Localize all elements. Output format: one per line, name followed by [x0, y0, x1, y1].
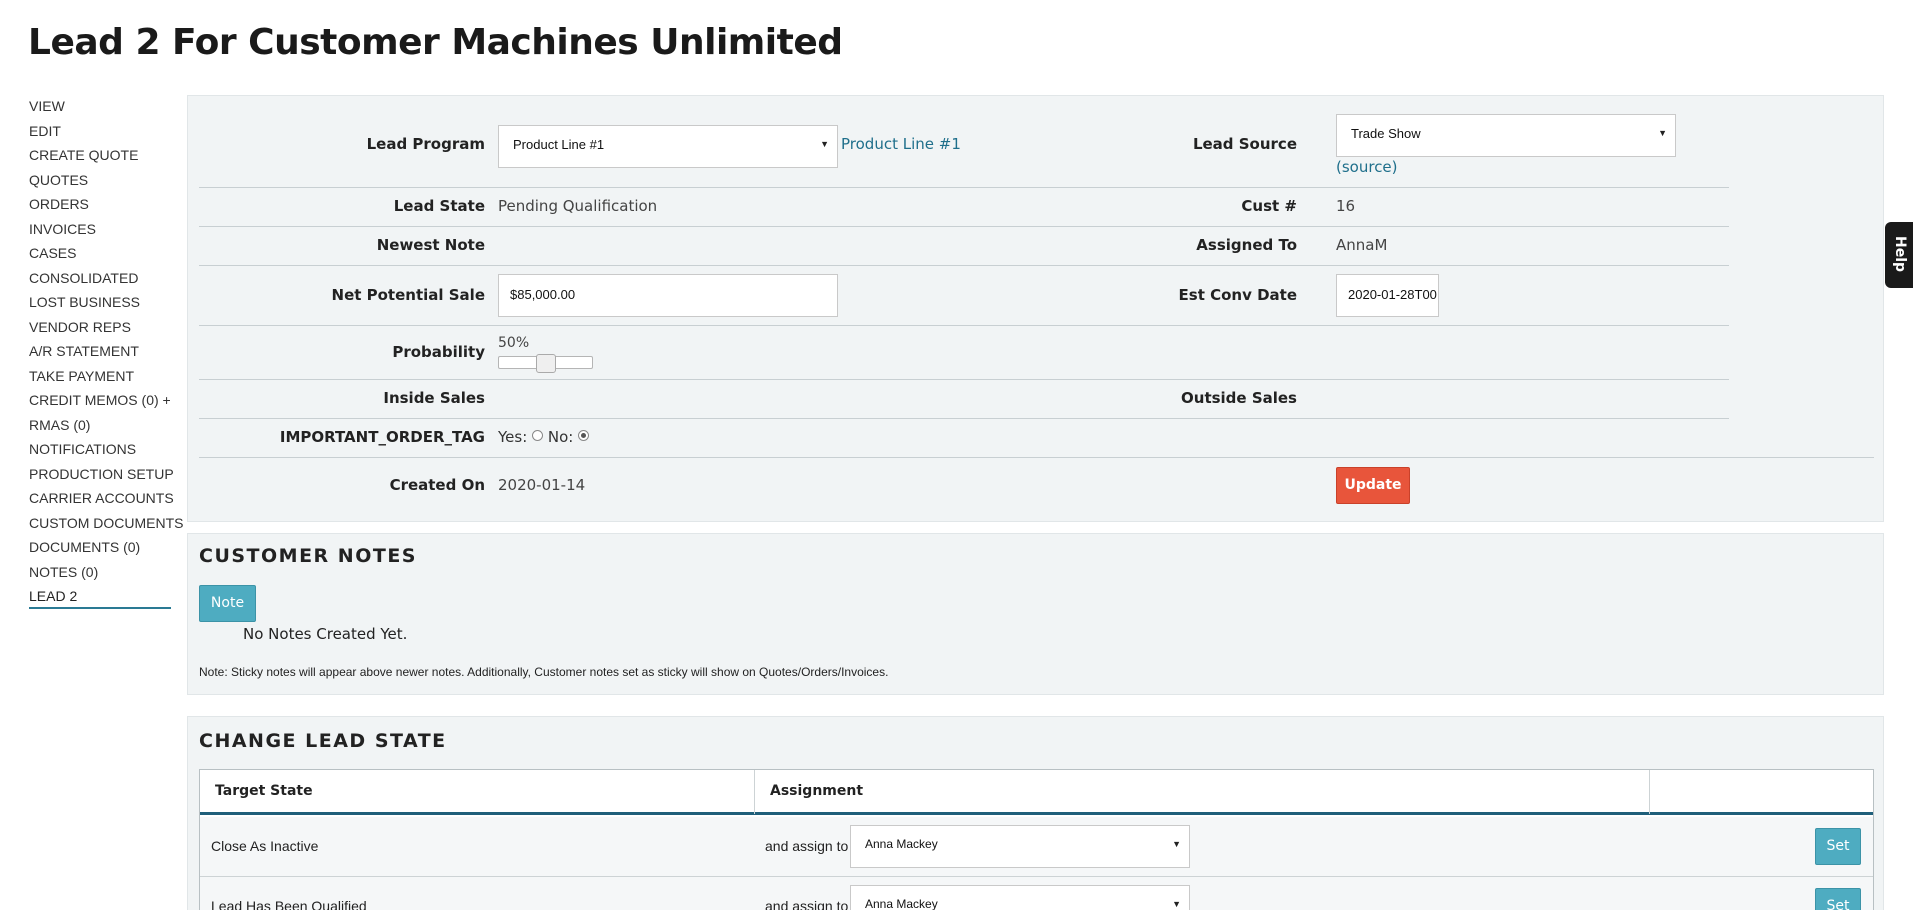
lead-program-link[interactable]: Product Line #1 — [841, 135, 961, 153]
important-tag-label: IMPORTANT_ORDER_TAG — [279, 428, 485, 446]
sidebar-item-lead-2[interactable]: LEAD 2 — [29, 584, 171, 609]
assignee-value: Anna Mackey — [865, 837, 938, 851]
est-conv-date-label: Est Conv Date — [1178, 286, 1297, 304]
sidebar-item-credit-memos[interactable]: CREDIT MEMOS (0) + — [29, 388, 171, 413]
sidebar-item-invoices[interactable]: INVOICES — [29, 217, 171, 242]
target-state-cell: Lead Has Been Qualified — [211, 898, 367, 910]
help-tab-label: Help — [1892, 236, 1908, 273]
set-button[interactable]: Set — [1815, 828, 1861, 865]
sidebar-item-edit[interactable]: EDIT — [29, 119, 171, 144]
sticky-notes-footnote: Note: Sticky notes will appear above new… — [199, 665, 889, 679]
chevron-down-icon: ▼ — [1172, 899, 1181, 909]
lead-program-label: Lead Program — [366, 135, 485, 153]
change-lead-state-title: CHANGE LEAD STATE — [199, 730, 447, 752]
cust-number-label: Cust # — [1241, 197, 1297, 215]
sidebar-item-notifications[interactable]: NOTIFICATIONS — [29, 437, 171, 462]
sidebar-item-carrier-accounts[interactable]: CARRIER ACCOUNTS — [29, 486, 174, 511]
no-label: No: — [547, 428, 574, 446]
lead-state-value: Pending Qualification — [498, 197, 658, 215]
probability-slider[interactable] — [498, 354, 593, 373]
table-row: Lead Has Been Qualified and assign to An… — [200, 877, 1873, 910]
assignee-select[interactable]: Anna Mackey ▼ — [850, 885, 1190, 910]
sidebar-item-cases[interactable]: CASES — [29, 241, 171, 266]
page-title: Lead 2 For Customer Machines Unlimited — [28, 22, 843, 63]
sidebar-item-documents[interactable]: DOCUMENTS (0) — [29, 535, 171, 560]
probability-label: Probability — [392, 343, 485, 361]
yes-radio[interactable] — [532, 430, 544, 441]
update-button[interactable]: Update — [1336, 467, 1410, 504]
sales-row: Inside Sales Outside Sales — [199, 380, 1729, 419]
chevron-down-icon: ▼ — [1658, 128, 1667, 138]
set-button[interactable]: Set — [1815, 888, 1861, 910]
lead-program-row: Lead Program Product Line #1 ▼ Product L… — [199, 96, 1729, 188]
created-on-value: 2020-01-14 — [498, 476, 586, 494]
sidebar-item-lost-business[interactable]: LOST BUSINESS — [29, 290, 171, 315]
lead-program-select[interactable]: Product Line #1 ▼ — [498, 125, 838, 168]
net-potential-input[interactable]: $85,000.00 — [498, 274, 838, 317]
newest-note-row: Newest Note Assigned To AnnaM — [199, 227, 1729, 266]
sidebar-item-rmas[interactable]: RMAS (0) — [29, 413, 171, 438]
chevron-down-icon: ▼ — [1172, 839, 1181, 849]
add-note-button[interactable]: Note — [199, 585, 256, 622]
no-radio[interactable] — [578, 430, 590, 441]
column-header-actions — [1650, 770, 1873, 814]
column-header-target-state: Target State — [200, 770, 755, 814]
lead-source-select[interactable]: Trade Show ▼ — [1336, 114, 1676, 157]
customer-notes-title: CUSTOMER NOTES — [199, 545, 417, 567]
probability-slider-thumb[interactable] — [535, 354, 556, 373]
sidebar-item-vendor-reps[interactable]: VENDOR REPS — [29, 315, 171, 340]
assign-label: and assign to — [765, 838, 849, 854]
sidebar-item-quotes[interactable]: QUOTES — [29, 168, 171, 193]
est-conv-date-input[interactable]: 2020-01-28T00:00 — [1336, 274, 1439, 317]
probability-value: 50% — [498, 335, 530, 351]
sidebar-item-production-setup[interactable]: PRODUCTION SETUP — [29, 462, 174, 487]
sidebar-item-view[interactable]: VIEW — [29, 94, 171, 119]
no-notes-text: No Notes Created Yet. — [243, 625, 408, 643]
sidebar-item-ar-statement[interactable]: A/R STATEMENT — [29, 339, 171, 364]
assign-label: and assign to — [765, 898, 849, 910]
important-tag-options: Yes: No: — [498, 428, 590, 446]
chevron-down-icon: ▼ — [820, 139, 829, 149]
change-lead-state-panel: CHANGE LEAD STATE Target State Assignmen… — [187, 716, 1884, 910]
sidebar-item-take-payment[interactable]: TAKE PAYMENT — [29, 364, 171, 389]
assigned-to-value: AnnaM — [1336, 236, 1388, 254]
outside-sales-label: Outside Sales — [1181, 389, 1297, 407]
lead-state-label: Lead State — [393, 197, 485, 215]
lead-source-label: Lead Source — [1192, 135, 1297, 153]
table-header: Target State Assignment — [200, 770, 1873, 815]
probability-row: Probability 50% — [199, 326, 1729, 380]
sidebar-item-consolidated[interactable]: CONSOLIDATED — [29, 266, 171, 291]
created-on-label: Created On — [389, 476, 485, 494]
assignee-select[interactable]: Anna Mackey ▼ — [850, 825, 1190, 868]
net-potential-label: Net Potential Sale — [331, 286, 485, 304]
assigned-to-label: Assigned To — [1196, 236, 1297, 254]
sidebar-nav: VIEW EDIT CREATE QUOTE QUOTES ORDERS INV… — [29, 94, 184, 609]
sidebar-item-notes[interactable]: NOTES (0) — [29, 560, 171, 585]
source-link[interactable]: (source) — [1336, 158, 1398, 176]
lead-details-panel: Lead Program Product Line #1 ▼ Product L… — [187, 95, 1884, 522]
table-row: Close As Inactive and assign to Anna Mac… — [200, 817, 1873, 877]
lead-source-value: Trade Show — [1351, 126, 1421, 141]
net-potential-row: Net Potential Sale $85,000.00 Est Conv D… — [199, 266, 1729, 326]
help-tab[interactable]: Help — [1885, 222, 1913, 288]
sidebar-item-orders[interactable]: ORDERS — [29, 192, 171, 217]
inside-sales-label: Inside Sales — [383, 389, 485, 407]
cust-number-value: 16 — [1336, 197, 1356, 215]
lead-state-row: Lead State Pending Qualification Cust # … — [199, 188, 1729, 227]
yes-label: Yes: — [498, 428, 528, 446]
important-tag-row: IMPORTANT_ORDER_TAG Yes: No: — [199, 419, 1874, 458]
column-header-assignment: Assignment — [755, 770, 1650, 814]
sidebar-item-custom-documents[interactable]: CUSTOM DOCUMENTS — [29, 511, 184, 536]
customer-notes-panel: CUSTOMER NOTES Note No Notes Created Yet… — [187, 533, 1884, 695]
target-state-cell: Close As Inactive — [211, 838, 319, 854]
created-on-row: Created On 2020-01-14 Update — [199, 458, 1729, 513]
newest-note-label: Newest Note — [376, 236, 485, 254]
assignee-value: Anna Mackey — [865, 897, 938, 910]
lead-program-value: Product Line #1 — [513, 137, 605, 152]
sidebar-item-create-quote[interactable]: CREATE QUOTE — [29, 143, 171, 168]
lead-state-table: Target State Assignment Close As Inactiv… — [199, 769, 1874, 910]
